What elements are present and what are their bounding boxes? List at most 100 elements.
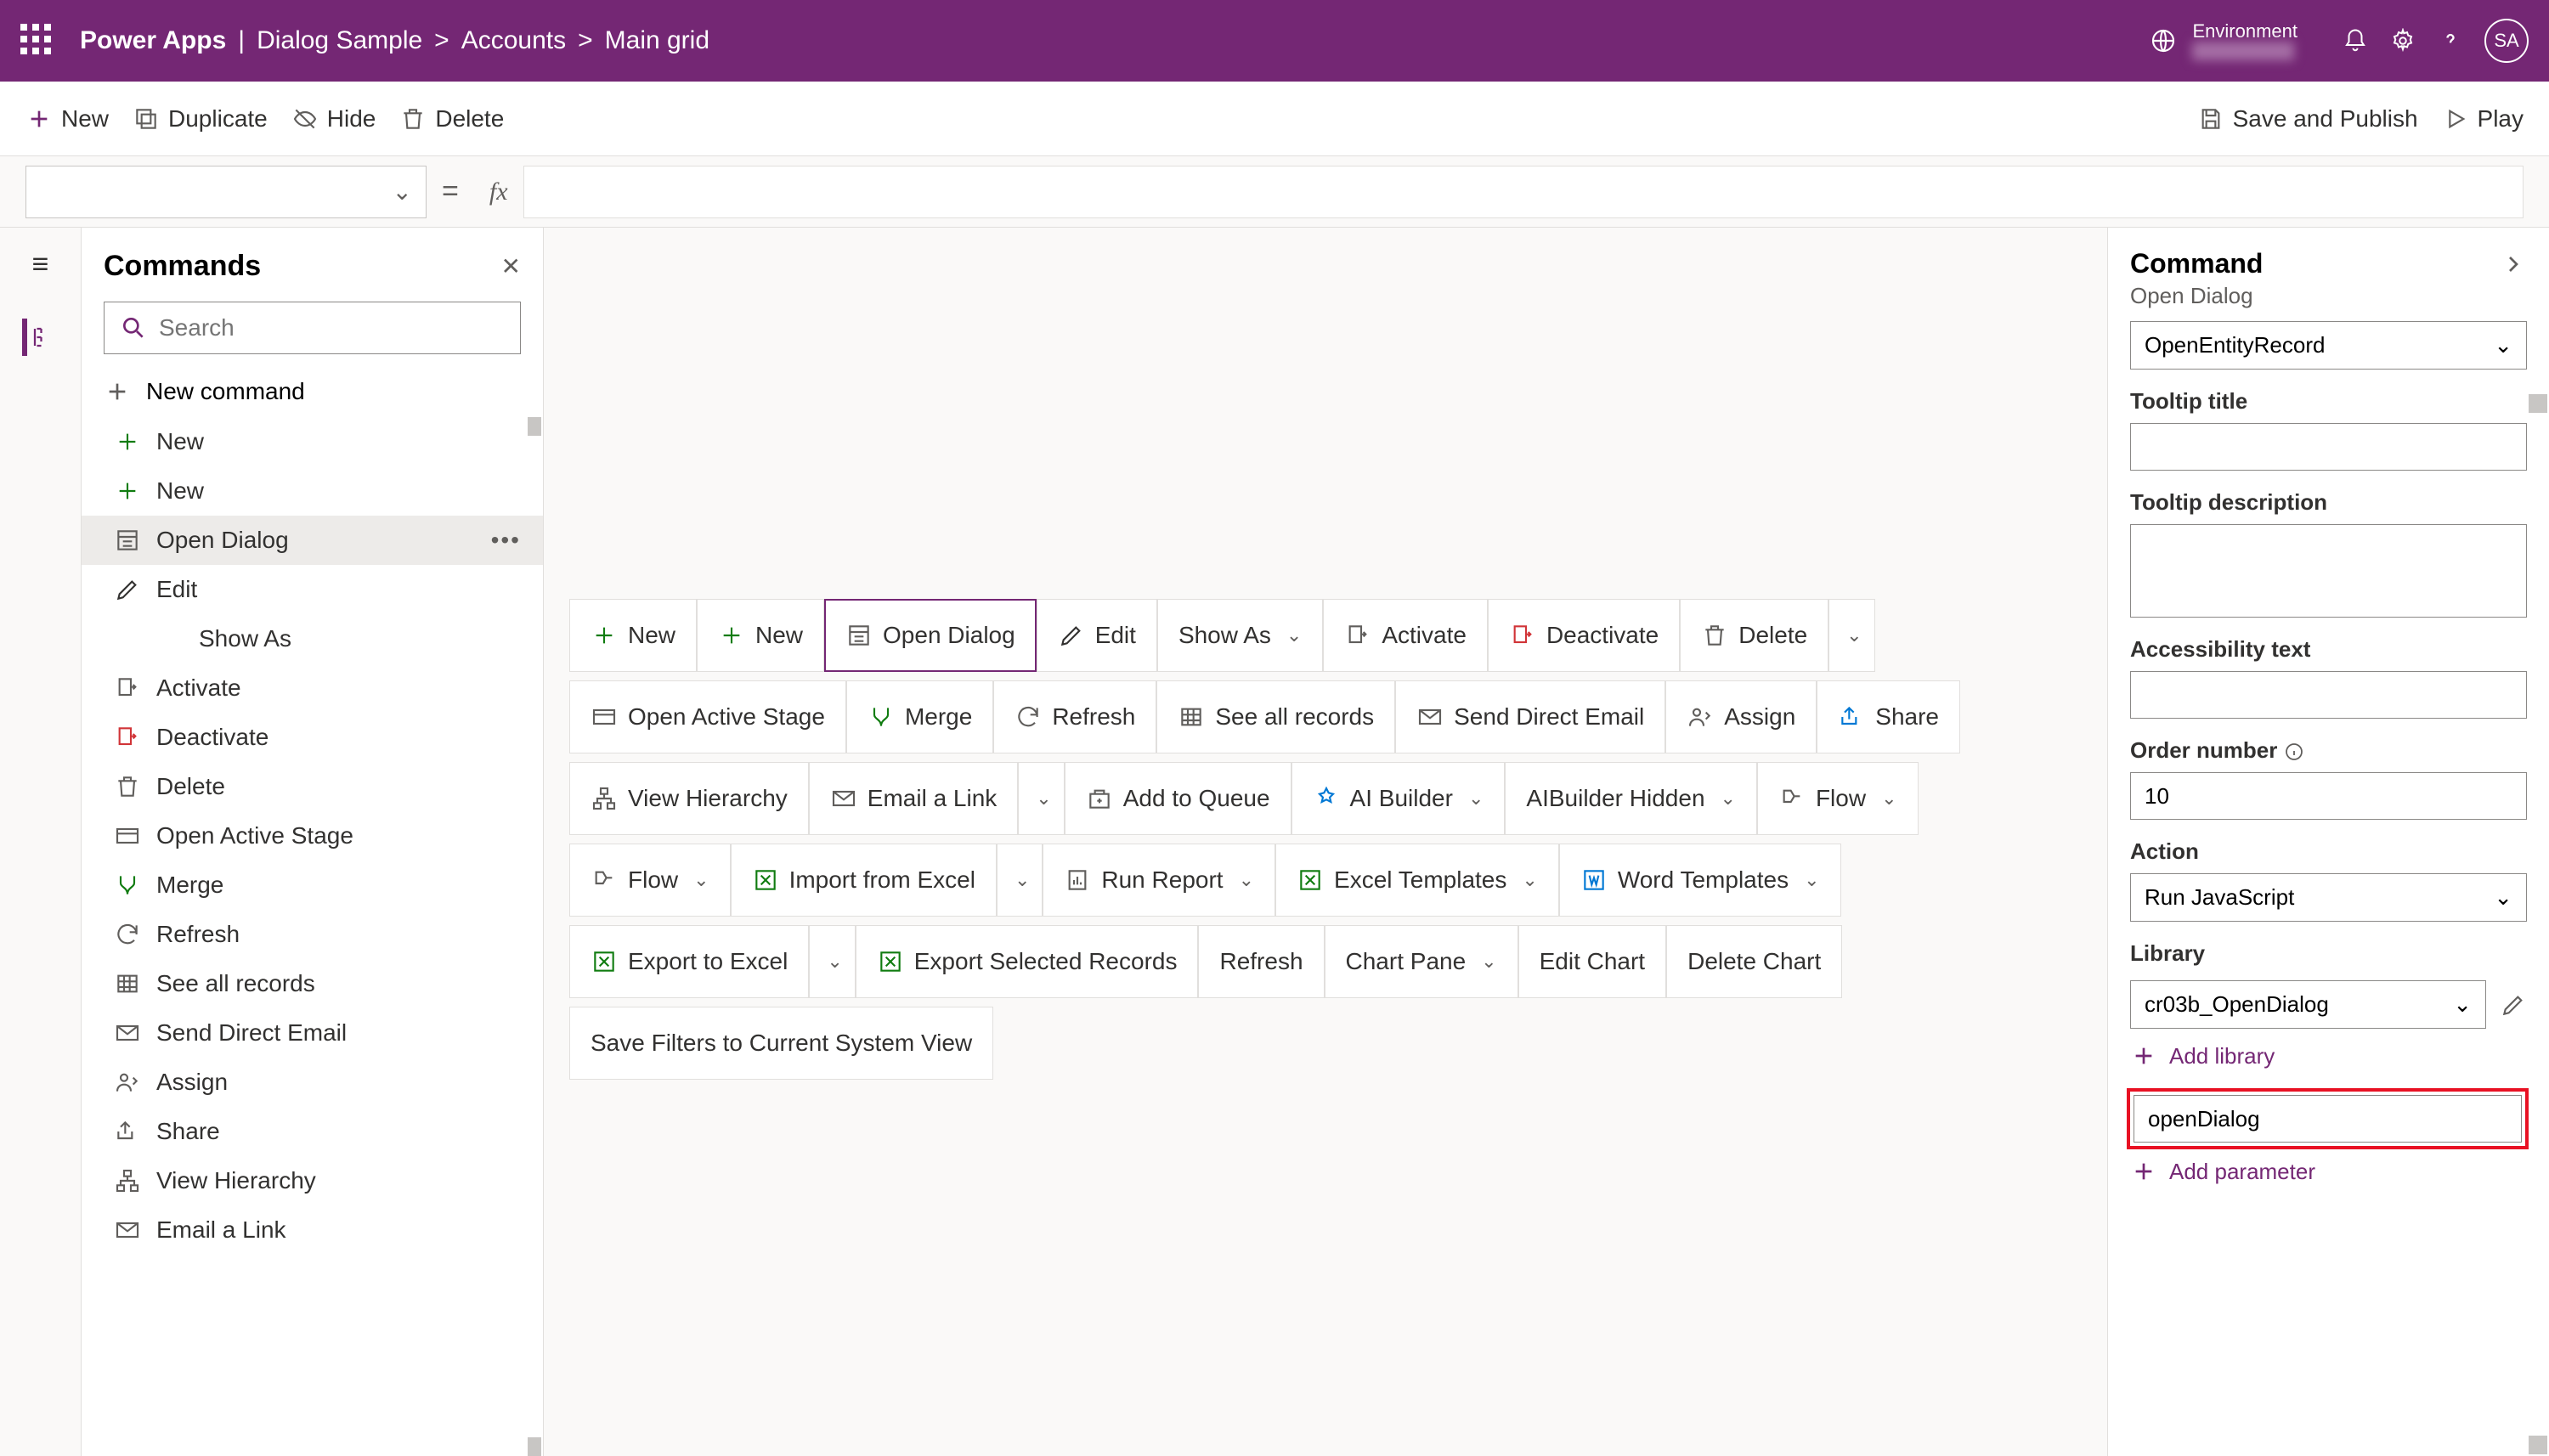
- sidebar-item-new[interactable]: New: [82, 417, 543, 466]
- delete-button[interactable]: Delete: [399, 105, 504, 133]
- cmd-export-to-excel[interactable]: Export to Excel: [569, 925, 809, 998]
- app-launcher-icon[interactable]: [20, 24, 54, 58]
- tooltip-desc-input[interactable]: [2130, 524, 2527, 618]
- cmd-label: Run Report: [1101, 866, 1223, 894]
- plus-green-icon: [591, 622, 618, 649]
- cmd-deactivate[interactable]: Deactivate: [1488, 599, 1680, 672]
- library-select[interactable]: cr03b_OpenDialog⌄: [2130, 980, 2486, 1029]
- overflow-chevron[interactable]: ⌄: [997, 844, 1043, 917]
- crumb-view[interactable]: Main grid: [605, 26, 709, 55]
- hide-button[interactable]: Hide: [291, 105, 376, 133]
- duplicate-button[interactable]: Duplicate: [133, 105, 268, 133]
- help-icon[interactable]: [2427, 17, 2474, 65]
- new-command-button[interactable]: New command: [82, 366, 543, 417]
- cmd-delete[interactable]: Delete: [1680, 599, 1828, 672]
- cmd-run-report[interactable]: Run Report⌄: [1043, 844, 1275, 917]
- crumb-app[interactable]: Dialog Sample: [257, 26, 422, 55]
- add-parameter-button[interactable]: Add parameter: [2108, 1153, 2549, 1204]
- cmd-see-all-records[interactable]: See all records: [1156, 680, 1395, 753]
- close-icon[interactable]: ✕: [501, 252, 521, 280]
- cmd-new[interactable]: New: [569, 599, 697, 672]
- cmd-ai-builder[interactable]: AI Builder⌄: [1291, 762, 1506, 835]
- sidebar-item-open-dialog[interactable]: Open Dialog•••: [82, 516, 543, 565]
- sidebar-item-merge[interactable]: Merge: [82, 861, 543, 910]
- activate-icon: [1344, 622, 1371, 649]
- icon-select[interactable]: OpenEntityRecord⌄: [2130, 321, 2527, 370]
- cmd-excel-templates[interactable]: Excel Templates⌄: [1275, 844, 1559, 917]
- hamburger-icon[interactable]: ≡: [32, 248, 49, 281]
- action-select[interactable]: Run JavaScript⌄: [2130, 873, 2527, 922]
- cmd-refresh[interactable]: Refresh: [993, 680, 1156, 753]
- cmd-merge[interactable]: Merge: [846, 680, 993, 753]
- tooltip-title-input[interactable]: [2130, 423, 2527, 471]
- sidebar-item-new[interactable]: New: [82, 466, 543, 516]
- sidebar-item-view-hierarchy[interactable]: View Hierarchy: [82, 1156, 543, 1205]
- environment-picker[interactable]: Environment: [2150, 21, 2297, 60]
- add-library-button[interactable]: Add library: [2108, 1037, 2549, 1088]
- scroll-up-icon[interactable]: [2529, 394, 2547, 413]
- sidebar-item-show-as[interactable]: Show As: [82, 614, 543, 663]
- accessibility-input[interactable]: [2130, 671, 2527, 719]
- cmd-open-active-stage[interactable]: Open Active Stage: [569, 680, 846, 753]
- overflow-chevron[interactable]: ⌄: [1018, 762, 1064, 835]
- cmd-new[interactable]: New: [697, 599, 824, 672]
- cmd-send-direct-email[interactable]: Send Direct Email: [1395, 680, 1665, 753]
- chevron-down-icon: ⌄: [393, 178, 412, 206]
- sidebar-item-email-a-link[interactable]: Email a Link: [82, 1205, 543, 1255]
- avatar[interactable]: SA: [2484, 19, 2529, 63]
- more-icon[interactable]: •••: [491, 527, 521, 554]
- play-button[interactable]: Play: [2442, 105, 2524, 133]
- trash-icon: [1701, 622, 1728, 649]
- function-name-input[interactable]: openDialog: [2134, 1095, 2522, 1143]
- sidebar-item-refresh[interactable]: Refresh: [82, 910, 543, 959]
- cmd-import-from-excel[interactable]: Import from Excel: [731, 844, 997, 917]
- overflow-chevron[interactable]: ⌄: [809, 925, 855, 998]
- sidebar-item-share[interactable]: Share: [82, 1107, 543, 1156]
- sidebar-item-assign[interactable]: Assign: [82, 1058, 543, 1107]
- sidebar-item-delete[interactable]: Delete: [82, 762, 543, 811]
- cmd-save-filters-to-current-system-view[interactable]: Save Filters to Current System View: [569, 1007, 993, 1080]
- cmd-label: New: [755, 622, 803, 649]
- sidebar-item-edit[interactable]: Edit: [82, 565, 543, 614]
- cmd-email-a-link[interactable]: Email a Link: [809, 762, 1019, 835]
- search-input[interactable]: [104, 302, 521, 354]
- cmd-flow[interactable]: Flow⌄: [1757, 762, 1919, 835]
- cmd-label: Open Dialog: [883, 622, 1015, 649]
- cmd-export-selected-records[interactable]: Export Selected Records: [856, 925, 1199, 998]
- sidebar-item-deactivate[interactable]: Deactivate: [82, 713, 543, 762]
- cmd-open-dialog[interactable]: Open Dialog: [824, 599, 1037, 672]
- cmd-show-as[interactable]: Show As⌄: [1157, 599, 1323, 672]
- order-input[interactable]: 10: [2130, 772, 2527, 820]
- crumb-entity[interactable]: Accounts: [461, 26, 566, 55]
- cmd-edit-chart[interactable]: Edit Chart: [1518, 925, 1667, 998]
- settings-icon[interactable]: [2379, 17, 2427, 65]
- cmd-assign[interactable]: Assign: [1665, 680, 1817, 753]
- cmd-share[interactable]: Share: [1817, 680, 1960, 753]
- cmd-delete-chart[interactable]: Delete Chart: [1666, 925, 1842, 998]
- cmd-refresh[interactable]: Refresh: [1198, 925, 1324, 998]
- chevron-right-icon[interactable]: [2500, 251, 2527, 278]
- cmd-add-to-queue[interactable]: Add to Queue: [1065, 762, 1291, 835]
- formula-input[interactable]: [523, 166, 2524, 218]
- edit-library-icon[interactable]: [2500, 991, 2527, 1019]
- cmd-flow[interactable]: Flow⌄: [569, 844, 731, 917]
- cmd-aibuilder-hidden[interactable]: AIBuilder Hidden⌄: [1505, 762, 1757, 835]
- save-publish-button[interactable]: Save and Publish: [2197, 105, 2418, 133]
- cmd-word-templates[interactable]: Word Templates⌄: [1559, 844, 1841, 917]
- scroll-up-icon[interactable]: [528, 417, 541, 436]
- overflow-chevron[interactable]: ⌄: [1828, 599, 1874, 672]
- cmd-view-hierarchy[interactable]: View Hierarchy: [569, 762, 809, 835]
- cmd-edit[interactable]: Edit: [1037, 599, 1157, 672]
- sidebar-item-activate[interactable]: Activate: [82, 663, 543, 713]
- sidebar-item-open-active-stage[interactable]: Open Active Stage: [82, 811, 543, 861]
- property-dropdown[interactable]: ⌄: [25, 166, 427, 218]
- cmd-activate[interactable]: Activate: [1323, 599, 1488, 672]
- sidebar-item-see-all-records[interactable]: See all records: [82, 959, 543, 1008]
- notifications-icon[interactable]: [2331, 17, 2379, 65]
- scroll-down-icon[interactable]: [2529, 1436, 2547, 1454]
- scroll-down-icon[interactable]: [528, 1437, 541, 1456]
- sidebar-item-send-direct-email[interactable]: Send Direct Email: [82, 1008, 543, 1058]
- cmd-chart-pane[interactable]: Chart Pane⌄: [1325, 925, 1518, 998]
- new-button[interactable]: New: [25, 105, 109, 133]
- tree-view-icon[interactable]: [22, 319, 59, 356]
